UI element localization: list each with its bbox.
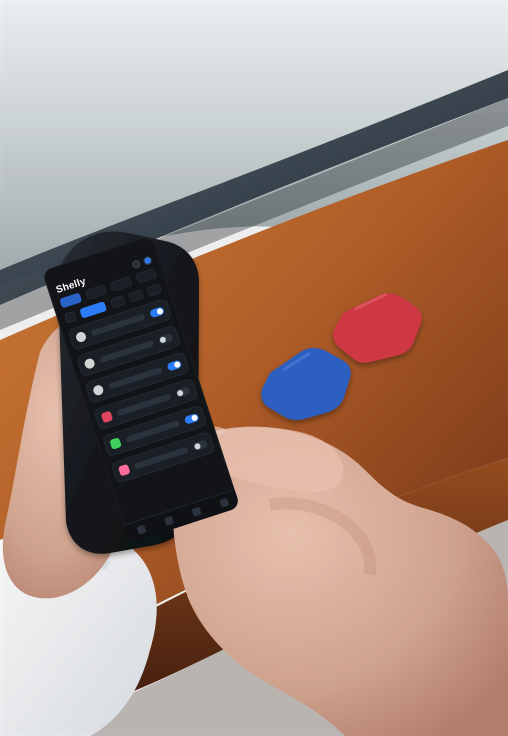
list-item-bar bbox=[99, 340, 155, 364]
header-icons bbox=[131, 255, 153, 270]
bulb-icon bbox=[83, 357, 96, 370]
list-item-bar bbox=[107, 366, 163, 390]
nav-item-3[interactable] bbox=[191, 506, 202, 518]
toggle[interactable] bbox=[175, 386, 191, 399]
list-item-bar bbox=[116, 393, 172, 417]
badge-icon bbox=[117, 463, 131, 477]
toggle[interactable] bbox=[166, 359, 183, 372]
toggle[interactable] bbox=[157, 332, 174, 345]
list-item-bar bbox=[125, 419, 181, 443]
photo-frame: Shelly bbox=[0, 0, 508, 736]
badge-icon bbox=[109, 437, 122, 450]
back-button[interactable] bbox=[64, 311, 77, 324]
bulb-icon bbox=[74, 330, 88, 344]
list-item-bar bbox=[133, 446, 189, 470]
header-icon-1[interactable] bbox=[131, 259, 142, 270]
nav-item-1[interactable] bbox=[135, 524, 147, 535]
toggle[interactable] bbox=[183, 412, 200, 425]
toggle[interactable] bbox=[192, 439, 209, 452]
nav-item-4[interactable] bbox=[218, 497, 229, 509]
bulb-icon bbox=[91, 383, 105, 397]
nav-item-2[interactable] bbox=[163, 515, 174, 526]
toggle[interactable] bbox=[149, 306, 165, 319]
badge-icon bbox=[100, 410, 114, 424]
header-icon-2[interactable] bbox=[142, 255, 153, 266]
